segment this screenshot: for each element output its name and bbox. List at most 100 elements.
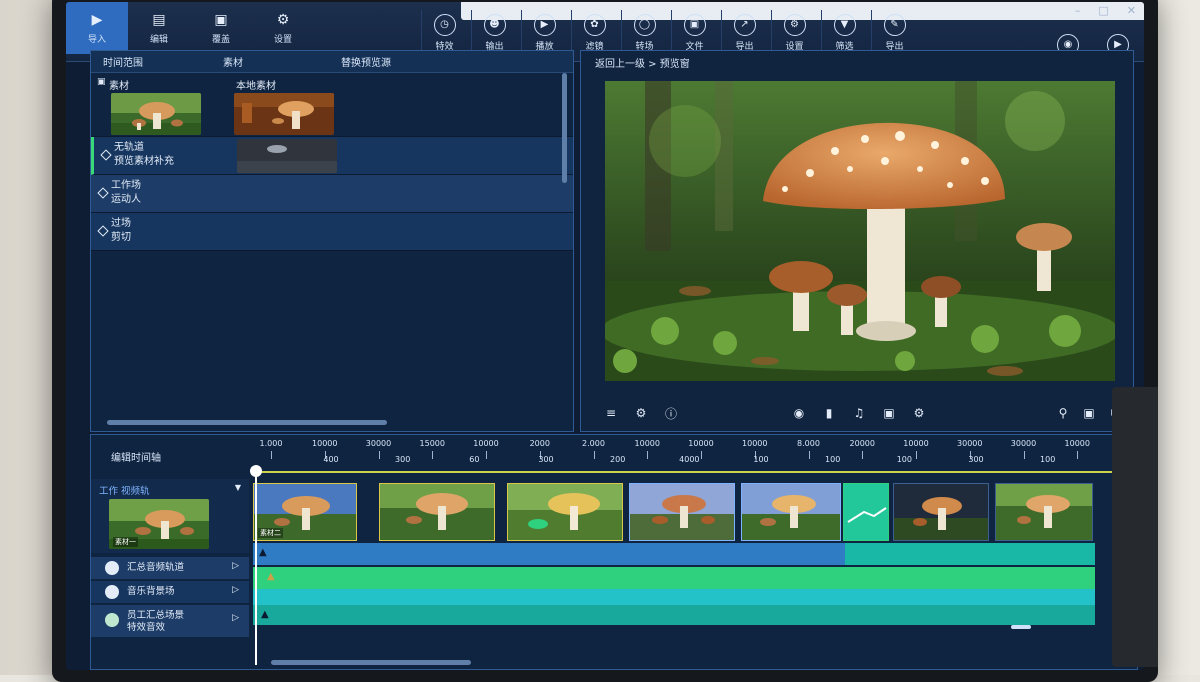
track-sublabel: 特效音效 [127, 622, 184, 634]
ruler-label: 30000 [366, 439, 391, 448]
filter-icon: ▼ [834, 14, 856, 36]
video-clip[interactable] [893, 483, 989, 541]
ruler-label: 10000 [312, 439, 337, 448]
tab-label: 编辑 [150, 32, 168, 45]
music-track-header[interactable]: 音乐背景场 ▷ [91, 581, 249, 603]
user-icon: ☻ [484, 14, 506, 36]
ruler-tick [271, 451, 272, 459]
settings-icon[interactable]: ⚙ [911, 405, 927, 421]
leaf-icon: ✿ [584, 14, 606, 36]
tab-edit[interactable]: ▤ 编辑 [128, 2, 190, 54]
video-clip[interactable] [741, 483, 841, 541]
fit-icon[interactable]: ≡ [603, 405, 619, 421]
tab-overlay[interactable]: ▣ 覆盖 [190, 2, 252, 54]
media-group-row[interactable]: ▣ 素材 本地素材 [91, 73, 573, 137]
audio-icon[interactable]: ♫ [851, 405, 867, 421]
timeline-title: 编辑时间轴 [91, 435, 251, 475]
media-horizontal-scrollbar[interactable] [107, 420, 387, 425]
timeline-zoom-handle[interactable] [1011, 625, 1031, 629]
video-clip[interactable] [379, 483, 495, 541]
effects-track-header[interactable]: 员工汇总场景 特效音效 ▷ [91, 605, 249, 637]
video-clip[interactable] [507, 483, 623, 541]
waveform-icon: ▲ [259, 547, 267, 558]
ruler-tick [647, 451, 648, 459]
expand-icon[interactable]: ▷ [232, 561, 239, 571]
music-clip[interactable] [253, 567, 1095, 589]
eye-icon[interactable]: ◉ [791, 405, 807, 421]
ruler-tick [1024, 451, 1025, 459]
ruler-label: 10000 [688, 439, 713, 448]
preview-breadcrumb[interactable]: 返回上一级 > 预览窗 [581, 51, 1133, 73]
expand-icon[interactable]: ▷ [232, 585, 239, 595]
video-clip[interactable] [629, 483, 735, 541]
folder-icon: ▣ [684, 14, 706, 36]
ruler-label: 1.000 [260, 439, 283, 448]
media-vertical-scrollbar[interactable] [562, 73, 567, 183]
effect-clip[interactable] [253, 605, 1095, 625]
chevron-down-icon[interactable]: ▼ [235, 483, 241, 492]
ruler-sublabel: 300 [968, 455, 983, 464]
group-label: 素材 [109, 77, 129, 92]
audio-clip[interactable] [845, 543, 1095, 565]
ruler-label: 8.000 [797, 439, 820, 448]
track-label: 音乐背景场 [127, 586, 175, 598]
ruler-sublabel: 100 [825, 455, 840, 464]
video-clip[interactable]: 素材二 [253, 483, 357, 541]
clip-thumbnail-image [508, 484, 623, 541]
clip-thumbnail-image [630, 484, 735, 541]
ruler-label: 10000 [473, 439, 498, 448]
video-clip[interactable] [995, 483, 1093, 541]
playhead[interactable] [255, 469, 257, 665]
maximize-icon[interactable]: □ [1098, 4, 1108, 17]
audio-clip[interactable] [253, 543, 845, 565]
split-icon[interactable]: ▮ [821, 405, 837, 421]
transition-clip[interactable] [843, 483, 889, 541]
preview-controls: ≡ ⚙ ⓘ ◉ ▮ ♫ ▣ ⚙ ⚲ ▣ ⧉ [581, 395, 1133, 431]
close-icon[interactable]: ✕ [1127, 4, 1136, 17]
media-thumbnail[interactable] [237, 139, 337, 173]
waveform-icon: ▲ [261, 609, 269, 620]
minimize-icon[interactable]: – [1075, 4, 1081, 17]
track-label: 工作 视频轨 [99, 483, 150, 497]
expand-icon[interactable]: ▷ [232, 613, 239, 623]
screen-icon[interactable]: ▣ [881, 405, 897, 421]
preview-viewport[interactable] [605, 81, 1115, 381]
ruler-sublabel: 300 [395, 455, 410, 464]
brush-icon: ✎ [884, 14, 906, 36]
tab-settings[interactable]: ⚙ 设置 [252, 2, 314, 54]
ruler-sublabel: 60 [469, 455, 479, 464]
ruler-tick [486, 451, 487, 459]
time-ruler[interactable]: 1.0001000030000150001000020002.000100001… [251, 439, 1135, 475]
playhead-handle[interactable] [250, 465, 262, 477]
background-object [1112, 387, 1158, 667]
tab-import[interactable]: ▶ 导入 [66, 2, 128, 54]
media-panel: 时间范围 素材 替换预览源 ▣ 素材 本地素材 [90, 50, 574, 432]
waveform-icon: ▲ [267, 571, 275, 582]
timeline-scrollbar[interactable] [271, 660, 471, 665]
media-row[interactable]: 工作场 运动人 [91, 175, 573, 213]
ruler-label: 30000 [957, 439, 982, 448]
zoom-icon[interactable]: ⚲ [1055, 405, 1071, 421]
ruler-tick [594, 451, 595, 459]
ruler-line [251, 471, 1135, 473]
media-row-label: 无轨道 预览素材补充 [114, 141, 214, 169]
track-labels: 工作 视频轨 ▼ 素材一 [91, 479, 251, 665]
media-thumbnail[interactable] [111, 93, 201, 135]
export-icon: ↗ [734, 14, 756, 36]
info-icon[interactable]: ⓘ [663, 405, 679, 421]
mushroom-preview-image [605, 81, 1115, 381]
media-thumbnail[interactable] [234, 93, 334, 135]
media-row[interactable]: 无轨道 预览素材补充 [91, 137, 573, 175]
snapshot-icon[interactable]: ▣ [1081, 405, 1097, 421]
ruler-sublabel: 4000 [679, 455, 699, 464]
collapse-icon[interactable]: ▣ [97, 77, 106, 87]
transition-icon [844, 484, 889, 541]
column-header: 替换预览源 [329, 54, 529, 69]
media-row[interactable]: 过场 剪切 [91, 213, 573, 251]
video-track-header[interactable]: 工作 视频轨 ▼ 素材一 [91, 479, 249, 553]
effect-clip[interactable] [253, 589, 1095, 605]
audio-track-header[interactable]: 汇总音频轨道 ▷ [91, 557, 249, 579]
import-icon: ▶ [87, 11, 107, 29]
gear-icon[interactable]: ⚙ [633, 405, 649, 421]
window-controls: – □ ✕ [1075, 4, 1136, 17]
